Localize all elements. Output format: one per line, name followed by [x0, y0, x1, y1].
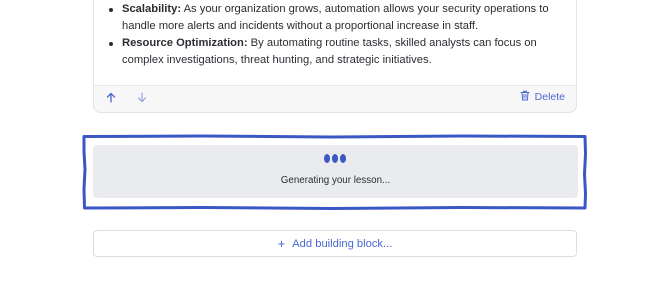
delete-label: Delete	[534, 91, 565, 103]
add-building-block-button[interactable]: + Add building block...	[93, 230, 577, 257]
generating-status-text: Generating your lesson...	[280, 175, 391, 186]
bullet-list: Scalability: As your organization grows,…	[108, 1, 568, 69]
bullet-term: Scalability:	[122, 3, 182, 15]
add-building-block-label: Add building block...	[292, 237, 393, 250]
content-block-body: Scalability: As your organization grows,…	[94, 0, 576, 86]
delete-button[interactable]: Delete	[520, 90, 565, 104]
bullet-term: Resource Optimization:	[122, 37, 248, 49]
bullet-text: As your organization grows, automation a…	[122, 3, 549, 32]
generating-panel: Generating your lesson...	[93, 145, 578, 198]
loader-dot	[332, 154, 338, 163]
loader-dot	[340, 154, 346, 163]
plus-icon: +	[277, 236, 286, 251]
list-item: Scalability: As your organization grows,…	[108, 1, 568, 35]
loader-dot	[324, 154, 330, 163]
move-down-button[interactable]	[134, 91, 150, 107]
block-toolbar: Delete	[94, 86, 576, 112]
list-item: Resource Optimization: By automating rou…	[108, 35, 568, 69]
arrow-down-icon	[137, 90, 147, 108]
loading-dots-icon	[324, 154, 346, 163]
content-block-card: Scalability: As your organization grows,…	[93, 0, 577, 113]
move-up-button[interactable]	[103, 91, 119, 107]
trash-icon	[520, 90, 530, 104]
arrow-up-icon	[106, 90, 116, 108]
lesson-editor: Scalability: As your organization grows,…	[0, 0, 670, 281]
